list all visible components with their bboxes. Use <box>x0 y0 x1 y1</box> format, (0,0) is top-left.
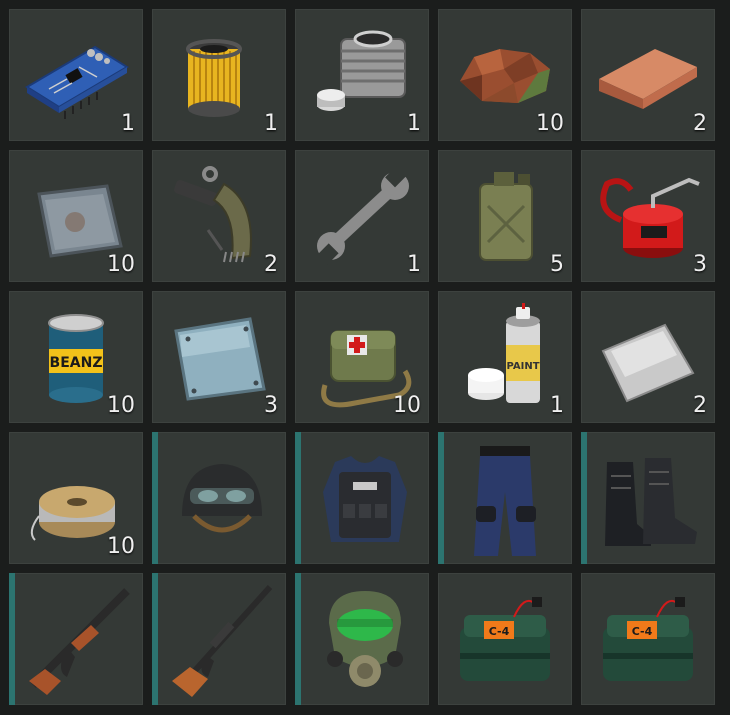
equip-slot-secondary-weapon[interactable] <box>152 573 286 705</box>
item-quantity: 3 <box>264 393 278 418</box>
inventory-slot-16[interactable]: 10 <box>9 432 143 564</box>
item-quantity: 2 <box>264 252 278 277</box>
inventory-grid: 1 1 1 10 2 10 2 1 5 3 BEANZ 10 3 10 PAIN… <box>9 9 715 705</box>
inventory-slot-1[interactable]: 1 <box>9 9 143 141</box>
inventory-slot-4[interactable]: 10 <box>438 9 572 141</box>
inventory-slot-7[interactable]: 2 <box>152 150 286 282</box>
c4-label: C-4 <box>489 625 510 638</box>
item-quantity: 2 <box>693 111 707 136</box>
inventory-slot-6[interactable]: 10 <box>9 150 143 282</box>
item-quantity: 10 <box>393 393 421 418</box>
item-quantity: 1 <box>407 111 421 136</box>
equip-slot-helmet[interactable] <box>152 432 286 564</box>
c4-explosive-icon: C-4 <box>603 597 693 681</box>
equip-slot-pants[interactable] <box>438 432 572 564</box>
inventory-slot-13[interactable]: 10 <box>295 291 429 423</box>
sniper-rifle-icon <box>172 584 273 697</box>
c4-label: C-4 <box>632 625 653 638</box>
inventory-slot-c4-2[interactable]: C-4 <box>581 573 715 705</box>
item-quantity: 10 <box>536 111 564 136</box>
inventory-slot-c4-1[interactable]: C-4 <box>438 573 572 705</box>
item-quantity: 5 <box>550 252 564 277</box>
inventory-slot-9[interactable]: 5 <box>438 150 572 282</box>
item-quantity: 1 <box>121 111 135 136</box>
inventory-slot-3[interactable]: 1 <box>295 9 429 141</box>
item-quantity: 3 <box>693 252 707 277</box>
equip-slot-mask[interactable] <box>295 573 429 705</box>
inventory-slot-2[interactable]: 1 <box>152 9 286 141</box>
beans-label: BEANZ <box>50 355 103 371</box>
equip-slot-armor[interactable] <box>295 432 429 564</box>
combat-boots-icon <box>605 458 697 546</box>
equip-slot-primary-weapon[interactable] <box>9 573 143 705</box>
item-quantity: 10 <box>107 393 135 418</box>
c4-explosive-icon: C-4 <box>460 597 550 681</box>
police-pants-icon <box>474 446 536 556</box>
inventory-slot-10[interactable]: 3 <box>581 150 715 282</box>
equip-slot-boots[interactable] <box>581 432 715 564</box>
item-quantity: 10 <box>107 534 135 559</box>
gas-mask-icon <box>327 591 403 687</box>
inventory-slot-12[interactable]: 3 <box>152 291 286 423</box>
assault-rifle-icon <box>29 588 130 695</box>
inventory-slot-5[interactable]: 2 <box>581 9 715 141</box>
item-quantity: 1 <box>550 393 564 418</box>
inventory-slot-15[interactable]: 2 <box>581 291 715 423</box>
tactical-helmet-icon <box>182 464 262 533</box>
item-quantity: 2 <box>693 393 707 418</box>
item-quantity: 10 <box>107 252 135 277</box>
inventory-slot-11[interactable]: BEANZ 10 <box>9 291 143 423</box>
inventory-slot-14[interactable]: PAINT 1 <box>438 291 572 423</box>
item-quantity: 1 <box>407 252 421 277</box>
item-quantity: 1 <box>264 111 278 136</box>
spray-label: PAINT <box>506 361 539 372</box>
police-vest-icon <box>323 456 407 542</box>
inventory-slot-8[interactable]: 1 <box>295 150 429 282</box>
